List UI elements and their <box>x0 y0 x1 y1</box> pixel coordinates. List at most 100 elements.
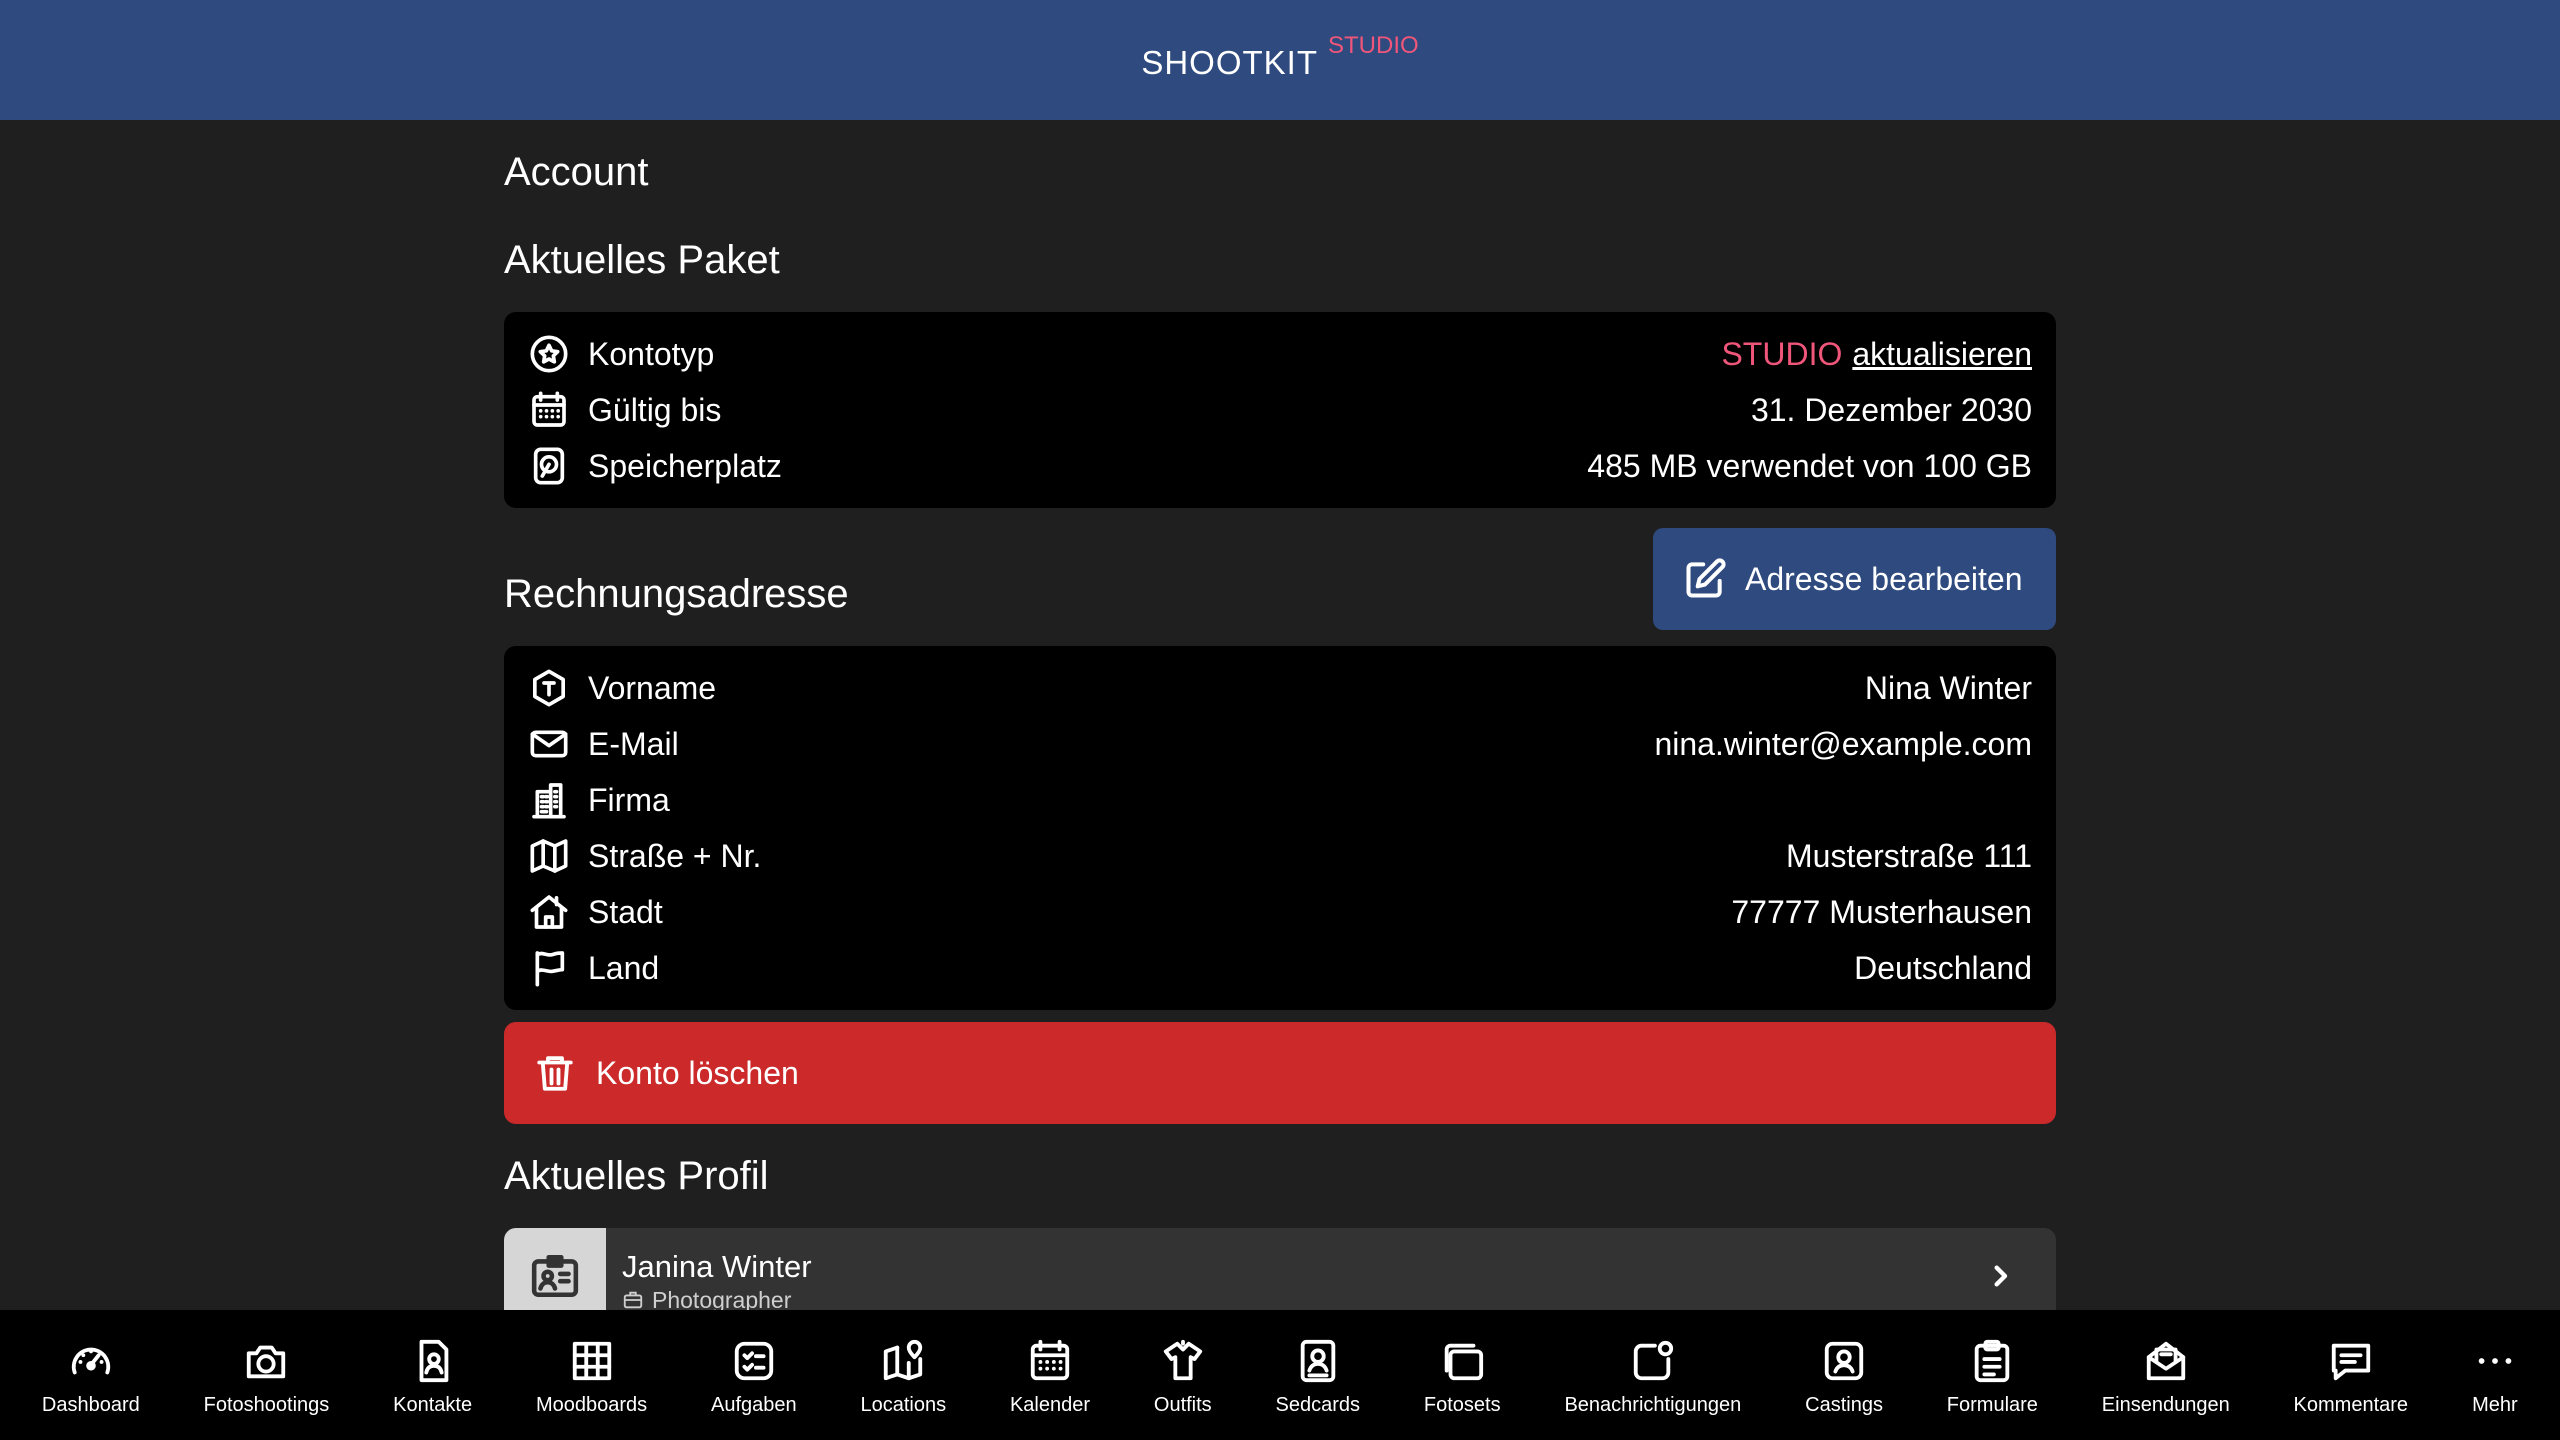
tab-einsendungen[interactable]: Einsendungen <box>2102 1310 2230 1417</box>
tab-label: Einsendungen <box>2101 1394 2230 1416</box>
billing-row-street: Straße + Nr. Musterstraße 111 <box>528 828 2032 884</box>
brand-edition: STUDIO <box>1328 32 1419 59</box>
valid-until-row: Gültig bis 31. Dezember 2030 <box>528 382 2032 438</box>
billing-title: Rechnungsadresse <box>504 572 849 616</box>
camera-icon <box>247 1345 286 1379</box>
tab-kommentare[interactable]: Kommentare <box>2293 1310 2409 1417</box>
edit-address-button[interactable]: Adresse bearbeiten <box>1653 528 2056 630</box>
tab-label: Formulare <box>1946 1394 2038 1416</box>
storage-label: Speicherplatz <box>588 447 782 484</box>
billing-label: E-Mail <box>588 725 679 762</box>
tab-benachrichtigungen[interactable]: Benachrichtigungen <box>1564 1310 1741 1417</box>
profile-role: Photographer <box>622 1287 1980 1310</box>
moodboard-icon <box>572 1341 611 1381</box>
more-icon <box>2478 1358 2512 1364</box>
tab-moodboards[interactable]: Moodboards <box>536 1310 647 1417</box>
bottom-tab-bar: Dashboard Fotoshootings Kontakte Moodboa… <box>0 1310 2560 1440</box>
edit-address-label: Adresse bearbeiten <box>1745 560 2023 597</box>
tab-formulare[interactable]: Formulare <box>1947 1310 2038 1417</box>
billing-value: 77777 Musterhausen <box>1731 893 2032 930</box>
billing-row-firstname: Vorname Nina Winter <box>528 660 2032 716</box>
building-icon <box>528 779 570 821</box>
id-card-icon <box>531 1254 579 1298</box>
upgrade-link[interactable]: aktualisieren <box>1852 336 2032 373</box>
delete-account-button[interactable]: Konto löschen <box>504 1022 2056 1124</box>
tab-fotosets[interactable]: Fotosets <box>1424 1310 1501 1417</box>
valid-until-value: 31. Dezember 2030 <box>1750 391 2032 428</box>
tab-sedcards[interactable]: Sedcards <box>1275 1310 1361 1417</box>
notification-icon <box>1633 1340 1673 1381</box>
tab-label: Outfits <box>1153 1394 1212 1416</box>
badge-star-icon <box>528 333 570 375</box>
tab-label: Kalender <box>1009 1394 1091 1416</box>
tab-mehr[interactable]: Mehr <box>2472 1310 2518 1417</box>
avatar <box>504 1228 606 1310</box>
profile-title: Aktuelles Profil <box>504 1154 769 1198</box>
package-title: Aktuelles Paket <box>504 238 780 282</box>
tasks-icon <box>734 1341 773 1381</box>
mail-icon <box>528 723 570 765</box>
billing-label: Stadt <box>588 893 663 930</box>
billing-value: nina.winter@example.com <box>1654 725 2032 762</box>
trash-icon <box>537 1056 573 1091</box>
tab-label: Fotosets <box>1423 1394 1501 1416</box>
storage-row: Speicherplatz 485 MB verwendet von 100 G… <box>528 438 2032 494</box>
tab-label: Moodboards <box>535 1394 648 1416</box>
tab-locations[interactable]: Locations <box>860 1310 946 1417</box>
home-icon <box>528 891 570 933</box>
storage-value: 485 MB verwendet von 100 GB <box>1587 447 2032 484</box>
casting-icon <box>1824 1341 1864 1381</box>
tab-label: Sedcards <box>1275 1394 1361 1416</box>
billing-row-country: Land Deutschland <box>528 940 2032 996</box>
tab-kontakte[interactable]: Kontakte <box>393 1310 472 1417</box>
brand-name: SHOOTKIT <box>1141 44 1318 81</box>
tab-outfits[interactable]: Outfits <box>1154 1310 1212 1417</box>
name-icon <box>528 667 570 709</box>
tab-label: Aufgaben <box>710 1394 797 1416</box>
briefcase-icon <box>623 1291 643 1309</box>
billing-value: Nina Winter <box>1864 669 2032 706</box>
contact-icon <box>419 1339 448 1383</box>
edit-icon <box>1686 558 1726 598</box>
tab-dashboard[interactable]: Dashboard <box>42 1310 140 1417</box>
delete-account-label: Konto löschen <box>596 1054 799 1091</box>
storage-icon <box>528 445 570 487</box>
tab-kalender[interactable]: Kalender <box>1010 1310 1090 1417</box>
tab-label: Castings <box>1805 1394 1883 1416</box>
package-card: Kontotyp STUDIO aktualisieren Gültig bis… <box>504 312 2056 508</box>
valid-until-label: Gültig bis <box>588 391 722 428</box>
tab-fotoshootings[interactable]: Fotoshootings <box>203 1310 330 1417</box>
tab-castings[interactable]: Castings <box>1805 1310 1883 1417</box>
page-title: Account <box>504 150 649 194</box>
billing-label: Vorname <box>588 669 717 706</box>
tab-label: Kommentare <box>2293 1394 2409 1416</box>
app-header: SHOOTKIT STUDIO <box>0 0 2560 120</box>
account-type-value: STUDIO <box>1721 335 1843 372</box>
calendar-icon <box>1030 1339 1070 1381</box>
billing-row-email: E-Mail nina.winter@example.com <box>528 716 2032 772</box>
calendar-icon <box>528 389 570 431</box>
locations-icon <box>884 1339 923 1381</box>
outfit-icon <box>1163 1339 1202 1381</box>
tab-label: Dashboard <box>41 1394 140 1416</box>
billing-row-city: Stadt 77777 Musterhausen <box>528 884 2032 940</box>
profile-name: Janina Winter <box>622 1248 812 1284</box>
tab-label: Locations <box>860 1394 947 1416</box>
map-icon <box>528 835 570 877</box>
billing-value: Deutschland <box>1854 949 2032 986</box>
billing-label: Firma <box>588 781 670 818</box>
brand-logo: SHOOTKIT STUDIO <box>1141 32 1418 82</box>
account-type-label: Kontotyp <box>588 335 715 372</box>
photoset-icon <box>1445 1343 1484 1381</box>
form-icon <box>1975 1339 2010 1383</box>
billing-card: Vorname Nina Winter E-Mail nina.winter@e… <box>504 646 2056 1010</box>
chevron-right-icon <box>1980 1256 2020 1296</box>
billing-label: Land <box>588 949 660 986</box>
comment-icon <box>2331 1343 2370 1381</box>
current-profile-item[interactable]: Janina Winter Photographer <box>504 1228 2056 1310</box>
tab-aufgaben[interactable]: Aufgaben <box>711 1310 797 1417</box>
account-type-row: Kontotyp STUDIO aktualisieren <box>528 326 2032 382</box>
tab-label: Fotoshootings <box>203 1394 330 1416</box>
billing-value: Musterstraße 111 <box>1785 837 2032 874</box>
tab-label: Mehr <box>2472 1394 2518 1416</box>
